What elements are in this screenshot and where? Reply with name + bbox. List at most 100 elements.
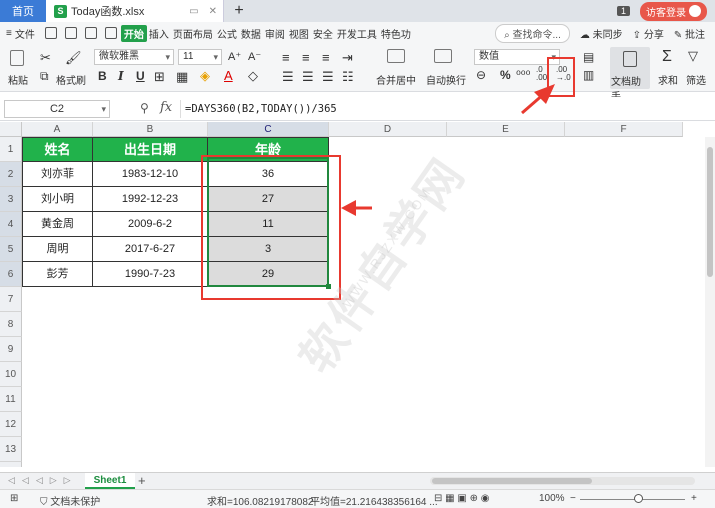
row-header[interactable]: 14: [0, 462, 22, 467]
add-sheet-button[interactable]: +: [138, 473, 146, 488]
column-header-e[interactable]: E: [447, 122, 565, 137]
table-cell[interactable]: 1983-12-10: [93, 162, 208, 187]
sum-readout[interactable]: 求和=106.08219178082: [207, 493, 313, 508]
align-top-icon[interactable]: ≡: [282, 50, 290, 65]
file-menu[interactable]: ≡ 文件: [0, 26, 41, 41]
format-painter-icon[interactable]: 🖌: [65, 50, 82, 66]
italic-button[interactable]: I: [118, 69, 124, 83]
row-header[interactable]: 2: [0, 162, 22, 187]
table-cell[interactable]: 刘小明: [22, 187, 93, 212]
print-icon[interactable]: [64, 27, 77, 39]
align-middle-icon[interactable]: ≡: [302, 50, 310, 65]
tab-page-layout[interactable]: 页面布局: [171, 26, 215, 41]
row-header[interactable]: 1: [0, 137, 22, 162]
tab-view[interactable]: 视图: [287, 26, 311, 41]
wrap-text-button[interactable]: 自动换行: [426, 72, 466, 87]
cell-style-icon[interactable]: ▥: [583, 68, 594, 82]
font-color-icon[interactable]: A: [224, 68, 233, 83]
save-icon[interactable]: [44, 27, 57, 39]
name-box[interactable]: C2: [4, 100, 110, 118]
percent-button[interactable]: %: [500, 68, 511, 82]
scrollbar-thumb[interactable]: [707, 147, 713, 277]
align-left-icon[interactable]: ☰: [282, 69, 294, 85]
column-header-f[interactable]: F: [565, 122, 683, 137]
fill-color-icon[interactable]: ◈: [200, 68, 210, 84]
age-cell[interactable]: 27: [208, 187, 329, 212]
tab-formulas[interactable]: 公式: [215, 26, 239, 41]
tab-security[interactable]: 安全: [311, 26, 335, 41]
row-header[interactable]: 11: [0, 387, 22, 412]
underline-button[interactable]: U: [136, 69, 145, 83]
sheet-nav-arrows[interactable]: ◁◁◁▷▷: [8, 475, 78, 486]
column-header-c[interactable]: C: [208, 122, 329, 137]
age-cell[interactable]: 11: [208, 212, 329, 237]
distribute-icon[interactable]: ☷: [342, 69, 354, 85]
row-header[interactable]: 5: [0, 237, 22, 262]
preview-icon[interactable]: [84, 27, 97, 39]
paste-icon[interactable]: [10, 50, 24, 66]
row-header[interactable]: 13: [0, 437, 22, 462]
row-header[interactable]: 6: [0, 262, 22, 287]
font-name-select[interactable]: 微软雅黑: [94, 49, 174, 65]
format-painter-button[interactable]: 格式刷: [56, 72, 86, 87]
table-cell[interactable]: 刘亦菲: [22, 162, 93, 187]
sum-icon[interactable]: Σ: [662, 48, 672, 66]
formula-input[interactable]: =DAYS360(B2,TODAY())/365: [180, 100, 710, 118]
paste-button[interactable]: 粘贴: [8, 72, 28, 87]
thousands-icon[interactable]: ⁰⁰⁰: [516, 68, 530, 82]
table-cell[interactable]: 彭芳: [22, 262, 93, 287]
average-readout[interactable]: 平均值=21.216438356164 ...: [310, 493, 438, 508]
zoom-slider-handle[interactable]: [634, 494, 643, 503]
wrap-text-icon[interactable]: [434, 49, 452, 63]
border-icon[interactable]: ⊞: [154, 69, 165, 85]
age-cell[interactable]: 3: [208, 237, 329, 262]
header-cell-age[interactable]: 年龄: [208, 137, 329, 162]
tab-review[interactable]: 审阅: [263, 26, 287, 41]
vertical-scrollbar[interactable]: [705, 137, 715, 467]
row-header[interactable]: 7: [0, 287, 22, 312]
align-bottom-icon[interactable]: ≡: [322, 50, 330, 65]
font-size-select[interactable]: 11: [178, 49, 222, 65]
sum-button[interactable]: 求和: [658, 72, 678, 87]
filter-icon[interactable]: ▽: [688, 48, 698, 64]
comment-button[interactable]: ✎ 批注: [674, 26, 705, 41]
row-header[interactable]: 8: [0, 312, 22, 337]
zoom-icon[interactable]: ⚲: [140, 101, 149, 115]
close-tab-icon[interactable]: ✕: [209, 6, 217, 17]
table-cell[interactable]: 周明: [22, 237, 93, 262]
table-cell[interactable]: 1990-7-23: [93, 262, 208, 287]
visitor-login-button[interactable]: 访客登录: [640, 1, 707, 21]
border-style-icon[interactable]: ▦: [176, 69, 188, 85]
document-tab[interactable]: S Today函数.xlsx ▭ ✕: [46, 0, 224, 22]
shrink-font-icon[interactable]: A⁻: [248, 50, 261, 63]
tab-insert[interactable]: 插入: [147, 26, 171, 41]
new-tab-button[interactable]: +: [224, 0, 254, 22]
view-mode-icons[interactable]: ⊟ ▦ ▣ ⊕ ◉: [434, 493, 490, 504]
share-button[interactable]: ⇪ 分享: [633, 26, 664, 41]
macro-icon[interactable]: ⊞: [10, 493, 18, 504]
column-header-d[interactable]: D: [329, 122, 447, 137]
indent-icon[interactable]: ⇥: [342, 50, 353, 66]
row-header[interactable]: 3: [0, 187, 22, 212]
table-cell[interactable]: 黄金周: [22, 212, 93, 237]
copy-icon[interactable]: ⧉: [40, 69, 49, 84]
currency-icon[interactable]: ⊖: [476, 68, 486, 82]
sync-status[interactable]: ☁ 未同步: [580, 26, 623, 41]
header-cell-name[interactable]: 姓名: [22, 137, 93, 162]
table-cell[interactable]: 2009-6-2: [93, 212, 208, 237]
cut-icon[interactable]: ✂: [40, 50, 51, 66]
column-header-a[interactable]: A: [22, 122, 93, 137]
filter-button[interactable]: 筛选: [686, 72, 706, 87]
zoom-slider-track[interactable]: [580, 499, 685, 500]
zoom-level[interactable]: 100%: [539, 493, 565, 504]
row-header[interactable]: 9: [0, 337, 22, 362]
align-center-icon[interactable]: ☰: [302, 69, 314, 85]
clear-format-icon[interactable]: ◇: [248, 68, 258, 84]
search-command-input[interactable]: ⌕ 查找命令...: [495, 23, 570, 43]
table-cell[interactable]: 2017-6-27: [93, 237, 208, 262]
grow-font-icon[interactable]: A⁺: [228, 50, 241, 63]
document-protection-status[interactable]: ⛉ 文档未保护: [40, 493, 100, 508]
tab-developer[interactable]: 开发工具: [335, 26, 379, 41]
header-cell-birthdate[interactable]: 出生日期: [93, 137, 208, 162]
merge-center-button[interactable]: 合并居中: [376, 72, 416, 87]
